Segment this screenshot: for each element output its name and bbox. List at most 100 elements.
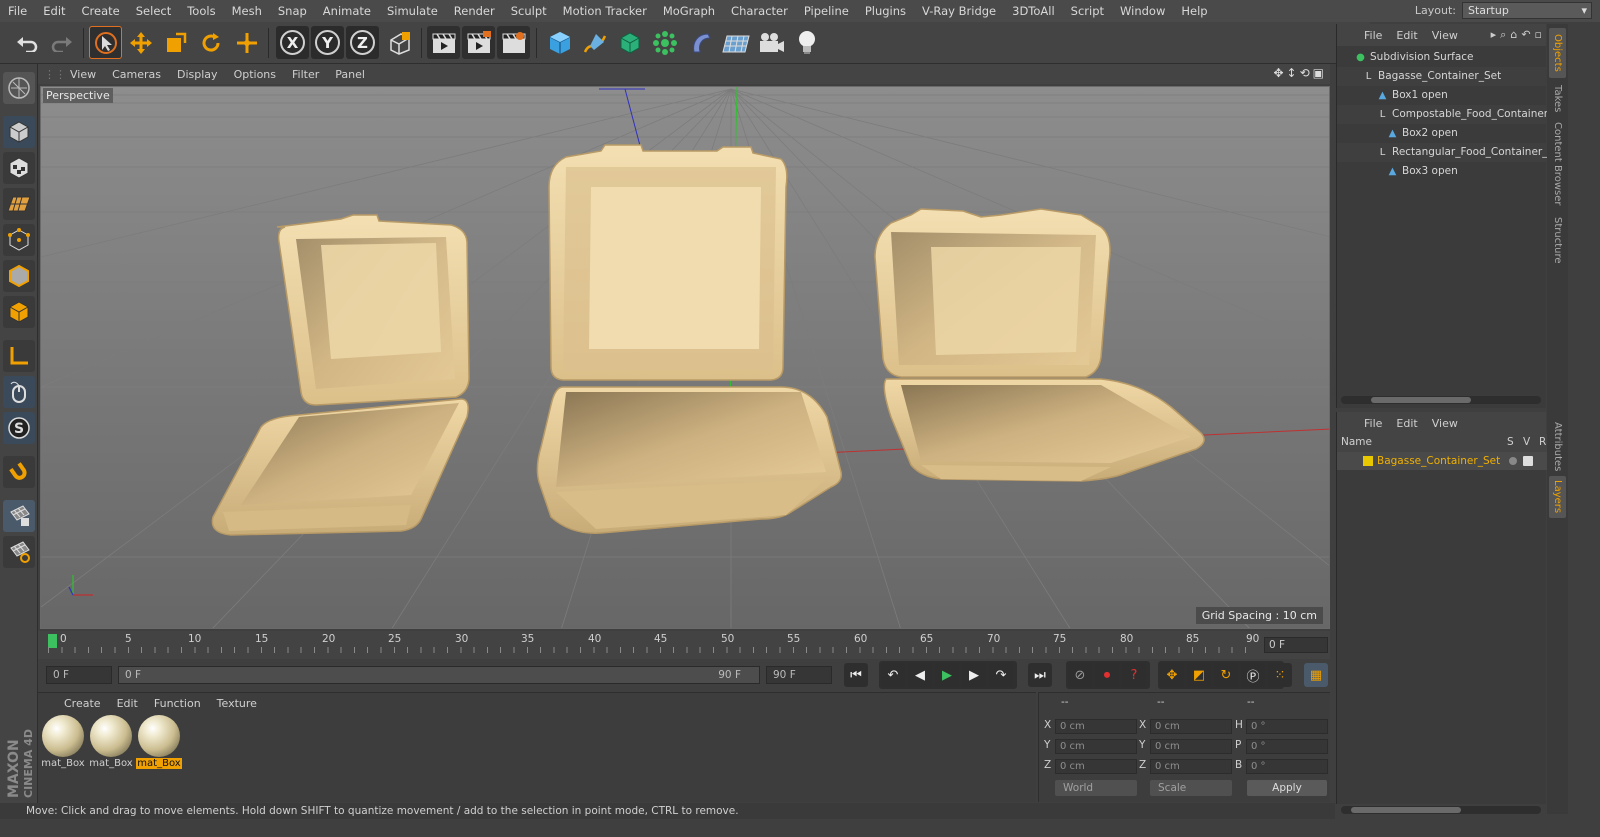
material-menu-create[interactable]: Create [56,697,109,710]
layer-color-swatch[interactable] [1363,456,1373,466]
menu-select[interactable]: Select [128,4,179,18]
tab-attributes[interactable]: Attributes [1549,420,1566,474]
floor-button[interactable] [719,26,752,59]
planar-workplane-button[interactable] [3,536,35,568]
material-menu-texture[interactable]: Texture [209,697,265,710]
redo-button[interactable] [45,26,78,59]
next-frame-button[interactable]: ▶ [962,663,986,687]
objects-menu-edit[interactable]: Edit [1389,29,1424,42]
eye-icon[interactable] [1523,456,1533,466]
deformer-button[interactable] [684,26,717,59]
material-menu-edit[interactable]: Edit [109,697,146,710]
perspective-viewport[interactable]: Perspective Grid Spacing : 10 cm [40,86,1330,629]
size-z-field[interactable]: 0 cm [1150,759,1232,774]
material-menu-function[interactable]: Function [146,697,209,710]
menu-character[interactable]: Character [723,4,796,18]
size-y-field[interactable]: 0 cm [1150,739,1232,754]
subdivision-surface-button[interactable] [613,26,646,59]
menu-mesh[interactable]: Mesh [224,4,270,18]
current-frame-field[interactable]: 0 F [1264,637,1328,653]
menu-plugins[interactable]: Plugins [857,4,914,18]
tree-item-rectangular-food-container[interactable]: L Rectangular_Food_Container_ [1337,143,1547,162]
camera-button[interactable] [754,26,787,59]
previous-frame-button[interactable]: ◀ [908,663,932,687]
viewport-menu-cameras[interactable]: Cameras [104,68,169,81]
timeline-ruler[interactable]: 0 5 10 15 20 25 30 35 40 45 50 55 60 65 … [38,631,1330,659]
objects-horizontal-scrollbar[interactable] [1341,396,1541,404]
light-button[interactable] [790,26,823,59]
layers-menu-edit[interactable]: Edit [1389,417,1424,430]
texture-mode-button[interactable] [3,152,35,184]
layers-horizontal-scrollbar[interactable] [1341,806,1541,814]
menu-motion-tracker[interactable]: Motion Tracker [555,4,655,18]
maximize-icon[interactable]: ▣ [1313,66,1324,80]
coordinate-space-dropdown[interactable]: World [1055,780,1137,796]
tab-layers[interactable]: Layers [1549,476,1566,518]
tree-item-subdivision-surface[interactable]: ● Subdivision Surface [1337,48,1547,67]
pos-z-field[interactable]: 0 cm [1055,759,1137,774]
end-frame-field[interactable]: 90 F [766,666,832,684]
new-panel-icon[interactable]: ▫ [1535,28,1542,42]
menu-create[interactable]: Create [74,4,128,18]
undo-button[interactable] [10,26,43,59]
material-swatch[interactable]: mat_Box [88,715,134,773]
z-axis-lock-button[interactable]: Z [346,26,379,59]
keyframe-selection-button[interactable]: ? [1122,663,1146,687]
edges-mode-button[interactable] [3,260,35,292]
tree-item-box1-open[interactable]: ▲ Box1 open [1337,86,1547,105]
x-axis-lock-button[interactable]: X [276,26,309,59]
timeline-scale[interactable]: 0 5 10 15 20 25 30 35 40 45 50 55 60 65 … [48,631,1259,657]
points-mode-button[interactable] [3,224,35,256]
model-mode-button[interactable] [3,116,35,148]
play-button[interactable]: ▶ [935,663,959,687]
record-active-objects-button[interactable]: ⊘ [1068,663,1092,687]
apply-button[interactable]: Apply [1247,780,1327,796]
cube-primitive-button[interactable] [543,26,576,59]
menu-mograph[interactable]: MoGraph [655,4,723,18]
spline-pen-button[interactable] [578,26,611,59]
select-tool-button[interactable] [89,26,122,59]
pos-y-field[interactable]: 0 cm [1055,739,1137,754]
objects-menu-file[interactable]: File [1357,29,1389,42]
go-to-end-button[interactable]: ⏭ [1028,663,1052,687]
viewport-menu-filter[interactable]: Filter [284,68,327,81]
rotate-tool-button[interactable] [194,26,227,59]
search-icon[interactable]: ⌕ [1500,28,1506,42]
tab-objects[interactable]: Objects [1549,28,1566,78]
go-to-start-button[interactable]: ⏮ [844,663,868,687]
axis-mode-button[interactable] [3,340,35,372]
objects-menu-view[interactable]: View [1425,29,1465,42]
tab-content-browser[interactable]: Content Browser [1549,120,1566,208]
layout-select[interactable]: Startup ▾ [1462,2,1592,19]
cloner-button[interactable] [648,26,681,59]
layer-solo-toggle[interactable] [1509,457,1517,465]
key-rotation-button[interactable]: ↻ [1214,663,1238,687]
size-mode-dropdown[interactable]: Scale [1150,780,1232,796]
live-selection-button[interactable] [230,26,263,59]
next-key-button[interactable]: ↷ [989,663,1013,687]
menu-snap[interactable]: Snap [270,4,315,18]
layers-menu-view[interactable]: View [1425,417,1465,430]
viewport-camera-label[interactable]: Perspective [43,88,113,103]
make-editable-button[interactable] [3,72,35,104]
menu-script[interactable]: Script [1063,4,1112,18]
autokeying-button[interactable]: ⏺ [1095,663,1119,687]
key-scale-button[interactable]: ◩ [1187,663,1211,687]
menu-pipeline[interactable]: Pipeline [796,4,857,18]
scroll-thumb[interactable] [1351,807,1461,813]
layer-row[interactable]: Bagasse_Container_Set [1337,452,1547,470]
tweak-mode-button[interactable] [3,376,35,408]
menu-3dtoall[interactable]: 3DToAll [1004,4,1063,18]
material-swatch[interactable]: mat_Box [40,715,86,773]
y-axis-lock-button[interactable]: Y [311,26,344,59]
rot-h-field[interactable]: 0 ° [1246,719,1328,734]
rot-b-field[interactable]: 0 ° [1246,759,1328,774]
menu-file[interactable]: File [0,4,35,18]
timeline-window-button[interactable]: ▦ [1304,663,1328,687]
render-view-button[interactable] [427,26,460,59]
key-pla-button[interactable]: ⁙ [1268,663,1292,687]
viewport-menu-options[interactable]: Options [226,68,284,81]
key-parameter-button[interactable]: Ⓟ [1241,663,1265,687]
playhead-marker[interactable] [48,634,57,648]
scroll-thumb[interactable] [1371,397,1471,403]
